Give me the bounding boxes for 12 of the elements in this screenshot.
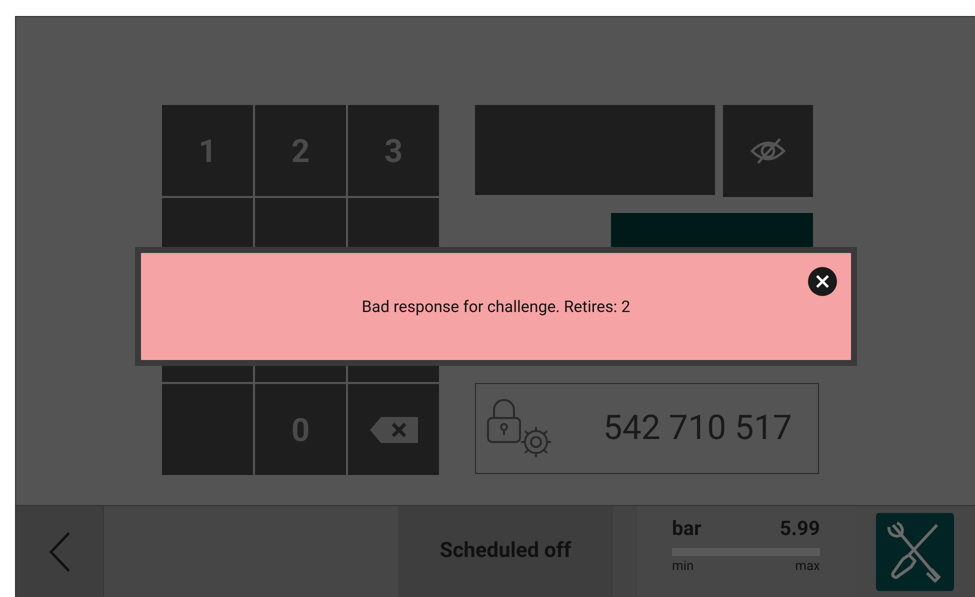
alert-message: Bad response for challenge. Retires: 2 [362,296,630,318]
backspace-key[interactable] [348,384,439,475]
close-button[interactable] [808,267,837,296]
backspace-icon [368,416,418,444]
wrench-screwdriver-icon [887,520,943,583]
chevron-left-icon [48,530,70,573]
show-password-button[interactable] [723,105,813,197]
close-icon [816,275,829,288]
eye-slash-icon [750,137,786,165]
password-field[interactable] [475,105,715,195]
challenge-code: 542 710 517 [603,407,792,450]
tools-button[interactable] [876,512,954,591]
